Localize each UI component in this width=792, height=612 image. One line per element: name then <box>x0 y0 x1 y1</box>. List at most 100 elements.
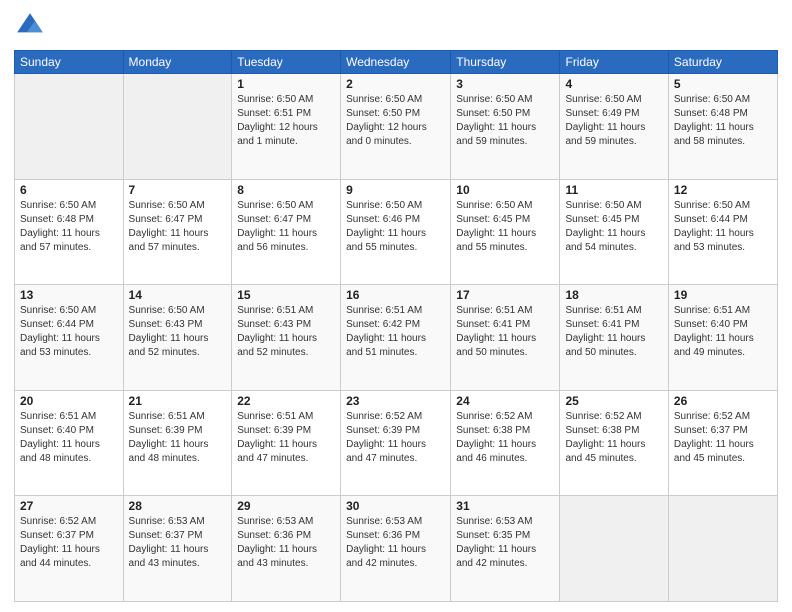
calendar-day-cell <box>560 496 668 602</box>
day-number: 4 <box>565 77 662 91</box>
day-detail: Sunrise: 6:50 AMSunset: 6:51 PMDaylight:… <box>237 93 335 149</box>
day-number: 28 <box>129 499 227 513</box>
day-number: 2 <box>346 77 445 91</box>
day-detail: Sunrise: 6:50 AMSunset: 6:50 PMDaylight:… <box>346 93 445 149</box>
day-number: 1 <box>237 77 335 91</box>
calendar-table: SundayMondayTuesdayWednesdayThursdayFrid… <box>14 50 778 602</box>
calendar-day-cell: 27 Sunrise: 6:52 AMSunset: 6:37 PMDayligh… <box>15 496 124 602</box>
day-detail: Sunrise: 6:52 AMSunset: 6:39 PMDaylight:… <box>346 410 445 466</box>
day-detail: Sunrise: 6:50 AMSunset: 6:44 PMDaylight:… <box>674 199 772 255</box>
day-number: 25 <box>565 394 662 408</box>
calendar-week-row: 20 Sunrise: 6:51 AMSunset: 6:40 PMDayligh… <box>15 390 778 496</box>
page: SundayMondayTuesdayWednesdayThursdayFrid… <box>0 0 792 612</box>
calendar-day-cell <box>668 496 777 602</box>
day-number: 6 <box>20 183 118 197</box>
calendar-day-cell <box>15 74 124 180</box>
day-detail: Sunrise: 6:50 AMSunset: 6:48 PMDaylight:… <box>674 93 772 149</box>
calendar-day-cell: 3 Sunrise: 6:50 AMSunset: 6:50 PMDaylight… <box>451 74 560 180</box>
calendar-day-cell: 17 Sunrise: 6:51 AMSunset: 6:41 PMDayligh… <box>451 285 560 391</box>
day-number: 31 <box>456 499 554 513</box>
calendar-day-cell <box>123 74 232 180</box>
calendar-day-cell: 22 Sunrise: 6:51 AMSunset: 6:39 PMDayligh… <box>232 390 341 496</box>
day-detail: Sunrise: 6:51 AMSunset: 6:41 PMDaylight:… <box>456 304 554 360</box>
calendar-day-cell: 5 Sunrise: 6:50 AMSunset: 6:48 PMDaylight… <box>668 74 777 180</box>
calendar-day-cell: 31 Sunrise: 6:53 AMSunset: 6:35 PMDayligh… <box>451 496 560 602</box>
calendar-day-cell: 10 Sunrise: 6:50 AMSunset: 6:45 PMDayligh… <box>451 179 560 285</box>
day-number: 5 <box>674 77 772 91</box>
calendar-day-header: Thursday <box>451 51 560 74</box>
day-number: 18 <box>565 288 662 302</box>
day-detail: Sunrise: 6:50 AMSunset: 6:47 PMDaylight:… <box>237 199 335 255</box>
day-detail: Sunrise: 6:50 AMSunset: 6:48 PMDaylight:… <box>20 199 118 255</box>
day-number: 17 <box>456 288 554 302</box>
day-detail: Sunrise: 6:50 AMSunset: 6:43 PMDaylight:… <box>129 304 227 360</box>
header <box>14 10 778 42</box>
day-detail: Sunrise: 6:52 AMSunset: 6:37 PMDaylight:… <box>674 410 772 466</box>
calendar-day-cell: 28 Sunrise: 6:53 AMSunset: 6:37 PMDayligh… <box>123 496 232 602</box>
calendar-day-header: Saturday <box>668 51 777 74</box>
day-detail: Sunrise: 6:53 AMSunset: 6:36 PMDaylight:… <box>346 515 445 571</box>
calendar-day-cell: 11Sunrise: 6:50 AMSunset: 6:45 PMDayligh… <box>560 179 668 285</box>
day-detail: Sunrise: 6:51 AMSunset: 6:40 PMDaylight:… <box>20 410 118 466</box>
logo-icon <box>14 10 46 42</box>
calendar-day-cell: 25Sunrise: 6:52 AMSunset: 6:38 PMDayligh… <box>560 390 668 496</box>
day-detail: Sunrise: 6:51 AMSunset: 6:39 PMDaylight:… <box>237 410 335 466</box>
calendar-day-cell: 1 Sunrise: 6:50 AMSunset: 6:51 PMDaylight… <box>232 74 341 180</box>
day-number: 19 <box>674 288 772 302</box>
day-number: 24 <box>456 394 554 408</box>
day-number: 14 <box>129 288 227 302</box>
calendar-day-cell: 20 Sunrise: 6:51 AMSunset: 6:40 PMDayligh… <box>15 390 124 496</box>
calendar-week-row: 13 Sunrise: 6:50 AMSunset: 6:44 PMDayligh… <box>15 285 778 391</box>
day-detail: Sunrise: 6:51 AMSunset: 6:39 PMDaylight:… <box>129 410 227 466</box>
calendar-day-header: Wednesday <box>341 51 451 74</box>
calendar-day-cell: 29Sunrise: 6:53 AMSunset: 6:36 PMDayligh… <box>232 496 341 602</box>
calendar-day-cell: 24 Sunrise: 6:52 AMSunset: 6:38 PMDayligh… <box>451 390 560 496</box>
calendar-day-cell: 23 Sunrise: 6:52 AMSunset: 6:39 PMDayligh… <box>341 390 451 496</box>
day-number: 23 <box>346 394 445 408</box>
calendar-day-cell: 26 Sunrise: 6:52 AMSunset: 6:37 PMDayligh… <box>668 390 777 496</box>
calendar-day-cell: 2 Sunrise: 6:50 AMSunset: 6:50 PMDaylight… <box>341 74 451 180</box>
calendar-day-cell: 19 Sunrise: 6:51 AMSunset: 6:40 PMDayligh… <box>668 285 777 391</box>
calendar-day-header: Sunday <box>15 51 124 74</box>
day-number: 3 <box>456 77 554 91</box>
day-detail: Sunrise: 6:53 AMSunset: 6:35 PMDaylight:… <box>456 515 554 571</box>
day-number: 22 <box>237 394 335 408</box>
day-detail: Sunrise: 6:52 AMSunset: 6:38 PMDaylight:… <box>456 410 554 466</box>
day-number: 9 <box>346 183 445 197</box>
calendar-day-cell: 21Sunrise: 6:51 AMSunset: 6:39 PMDayligh… <box>123 390 232 496</box>
day-detail: Sunrise: 6:50 AMSunset: 6:45 PMDaylight:… <box>456 199 554 255</box>
day-detail: Sunrise: 6:50 AMSunset: 6:44 PMDaylight:… <box>20 304 118 360</box>
day-number: 12 <box>674 183 772 197</box>
day-number: 20 <box>20 394 118 408</box>
calendar-week-row: 27 Sunrise: 6:52 AMSunset: 6:37 PMDayligh… <box>15 496 778 602</box>
day-number: 26 <box>674 394 772 408</box>
day-detail: Sunrise: 6:51 AMSunset: 6:43 PMDaylight:… <box>237 304 335 360</box>
day-number: 16 <box>346 288 445 302</box>
calendar-day-cell: 13 Sunrise: 6:50 AMSunset: 6:44 PMDayligh… <box>15 285 124 391</box>
calendar-day-header: Friday <box>560 51 668 74</box>
day-detail: Sunrise: 6:51 AMSunset: 6:42 PMDaylight:… <box>346 304 445 360</box>
calendar-day-header: Monday <box>123 51 232 74</box>
calendar-header-row: SundayMondayTuesdayWednesdayThursdayFrid… <box>15 51 778 74</box>
day-detail: Sunrise: 6:50 AMSunset: 6:50 PMDaylight:… <box>456 93 554 149</box>
calendar-day-cell: 12 Sunrise: 6:50 AMSunset: 6:44 PMDayligh… <box>668 179 777 285</box>
day-number: 27 <box>20 499 118 513</box>
day-detail: Sunrise: 6:51 AMSunset: 6:41 PMDaylight:… <box>565 304 662 360</box>
day-detail: Sunrise: 6:50 AMSunset: 6:49 PMDaylight:… <box>565 93 662 149</box>
day-number: 10 <box>456 183 554 197</box>
day-detail: Sunrise: 6:50 AMSunset: 6:46 PMDaylight:… <box>346 199 445 255</box>
day-number: 7 <box>129 183 227 197</box>
day-number: 13 <box>20 288 118 302</box>
day-detail: Sunrise: 6:52 AMSunset: 6:37 PMDaylight:… <box>20 515 118 571</box>
day-detail: Sunrise: 6:51 AMSunset: 6:40 PMDaylight:… <box>674 304 772 360</box>
day-detail: Sunrise: 6:53 AMSunset: 6:36 PMDaylight:… <box>237 515 335 571</box>
day-number: 30 <box>346 499 445 513</box>
day-detail: Sunrise: 6:50 AMSunset: 6:45 PMDaylight:… <box>565 199 662 255</box>
calendar-day-cell: 16 Sunrise: 6:51 AMSunset: 6:42 PMDayligh… <box>341 285 451 391</box>
day-detail: Sunrise: 6:53 AMSunset: 6:37 PMDaylight:… <box>129 515 227 571</box>
calendar-day-cell: 14 Sunrise: 6:50 AMSunset: 6:43 PMDayligh… <box>123 285 232 391</box>
calendar-day-cell: 18 Sunrise: 6:51 AMSunset: 6:41 PMDayligh… <box>560 285 668 391</box>
calendar-day-cell: 7Sunrise: 6:50 AMSunset: 6:47 PMDaylight… <box>123 179 232 285</box>
calendar-week-row: 1 Sunrise: 6:50 AMSunset: 6:51 PMDaylight… <box>15 74 778 180</box>
calendar-day-cell: 15Sunrise: 6:51 AMSunset: 6:43 PMDayligh… <box>232 285 341 391</box>
